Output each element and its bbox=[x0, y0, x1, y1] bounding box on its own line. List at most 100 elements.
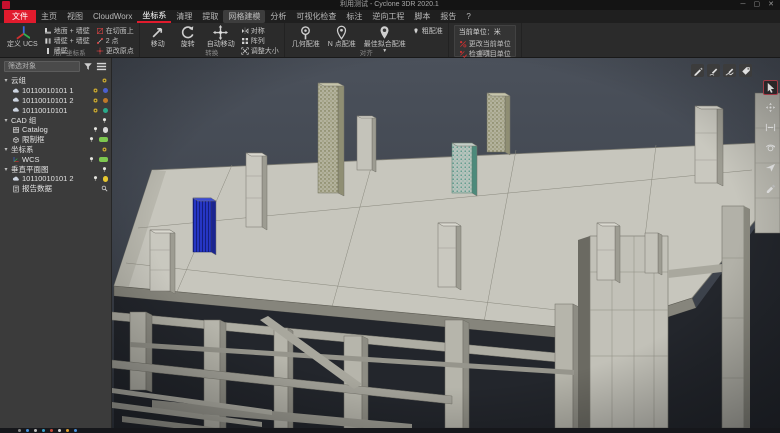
tree-item-catalog[interactable]: Catalog bbox=[0, 125, 111, 135]
taskbar-app-icon[interactable] bbox=[42, 429, 45, 432]
taskbar-app-icon[interactable] bbox=[34, 429, 37, 432]
two-points-icon bbox=[96, 37, 104, 45]
expander-icon[interactable]: ▾ bbox=[3, 77, 9, 84]
color-swatch[interactable] bbox=[103, 88, 109, 94]
eye-visibility-icon[interactable] bbox=[92, 107, 99, 114]
polyline-pen-button[interactable] bbox=[723, 64, 736, 77]
taskbar-app-icon[interactable] bbox=[58, 429, 61, 432]
bulb-icon bbox=[92, 175, 99, 182]
expander-icon[interactable]: ▾ bbox=[3, 166, 9, 173]
rotate-button[interactable]: 旋转 bbox=[175, 25, 201, 48]
freehand-pen-button[interactable] bbox=[707, 64, 720, 77]
brush-button[interactable] bbox=[763, 180, 778, 195]
tab-item[interactable]: ? bbox=[461, 10, 475, 23]
tree-item-cad-组[interactable]: ▾CAD 组 bbox=[0, 115, 111, 125]
bulb-visibility-icon[interactable] bbox=[88, 156, 95, 163]
cloud-icon bbox=[12, 87, 20, 95]
tab-标注[interactable]: 标注 bbox=[341, 10, 367, 23]
axis-triad-button[interactable]: 定义 UCS bbox=[5, 25, 40, 48]
tab-主页[interactable]: 主页 bbox=[36, 10, 62, 23]
geo-align-button[interactable]: 几何配准 bbox=[290, 25, 322, 48]
color-swatch[interactable] bbox=[103, 108, 109, 114]
mirror-icon bbox=[241, 27, 249, 35]
ribbon-group-对齐: 几何配准N 点配准最佳拟合配准 ▼粗配准对齐 bbox=[285, 23, 449, 57]
tab-清理[interactable]: 清理 bbox=[171, 10, 197, 23]
color-swatch[interactable] bbox=[103, 127, 109, 133]
translate-icon bbox=[150, 25, 165, 40]
tab-网格建模[interactable]: 网格建模 bbox=[223, 10, 265, 23]
tab-坐标系[interactable]: 坐标系 bbox=[137, 10, 171, 23]
npoint-align-button[interactable]: N 点配准 bbox=[326, 25, 358, 48]
eye-visibility-icon[interactable] bbox=[92, 97, 99, 104]
bulb-icon bbox=[101, 166, 108, 173]
filter-funnel-icon[interactable] bbox=[83, 62, 93, 72]
tree-item-报告数据[interactable]: 报告数据 bbox=[0, 184, 111, 194]
tab-报告[interactable]: 报告 bbox=[435, 10, 461, 23]
tree-item-label: 坐标系 bbox=[11, 144, 34, 155]
array-button[interactable]: 阵列 bbox=[241, 36, 279, 46]
tree-item-10110010101-2[interactable]: 10110010101 2 bbox=[0, 174, 111, 184]
floor-wall-icon bbox=[44, 27, 52, 35]
maximize-button[interactable]: ▢ bbox=[754, 0, 761, 10]
panel-menu-icon[interactable] bbox=[96, 61, 107, 72]
magnifier-visibility-icon[interactable] bbox=[101, 185, 108, 192]
tree-item-10110010101-1[interactable]: 10110010101 1 bbox=[0, 86, 111, 96]
close-button[interactable]: ✕ bbox=[768, 0, 774, 10]
tree-item-坐标系[interactable]: ▾坐标系 bbox=[0, 145, 111, 155]
measure-distance-button[interactable] bbox=[763, 120, 778, 135]
tree-item-垂直平面图[interactable]: ▾垂直平面图 bbox=[0, 164, 111, 174]
minimize-button[interactable]: ─ bbox=[741, 0, 746, 10]
current-unit-label: 当前单位：米 bbox=[459, 27, 511, 37]
color-swatch[interactable] bbox=[103, 98, 109, 104]
tab-file[interactable]: 文件 bbox=[4, 10, 36, 23]
two-points-button[interactable]: 2 点 bbox=[96, 36, 134, 46]
orbit-button[interactable] bbox=[763, 140, 778, 155]
tab-可视化检查[interactable]: 可视化检查 bbox=[291, 10, 341, 23]
taskbar-app-icon[interactable] bbox=[18, 429, 21, 432]
taskbar-app-icon[interactable] bbox=[74, 429, 77, 432]
eye-visibility-icon[interactable] bbox=[101, 77, 108, 84]
taskbar-app-icon[interactable] bbox=[50, 429, 53, 432]
translate-button[interactable]: 移动 bbox=[145, 25, 171, 48]
fly-navigate-button[interactable] bbox=[763, 160, 778, 175]
measure-pen-button[interactable] bbox=[691, 64, 704, 77]
cloud-icon bbox=[12, 175, 20, 183]
eye-visibility-icon[interactable] bbox=[101, 146, 108, 153]
auto-move-button[interactable]: 自动移动 bbox=[205, 25, 237, 48]
expander-icon[interactable]: ▾ bbox=[3, 117, 9, 124]
tab-逆向工程[interactable]: 逆向工程 bbox=[367, 10, 409, 23]
expander-icon[interactable]: ▾ bbox=[3, 146, 9, 153]
3d-viewport[interactable] bbox=[112, 58, 780, 428]
mirror-button[interactable]: 对称 bbox=[241, 26, 279, 36]
coarse-align-button[interactable]: 粗配准 bbox=[412, 26, 443, 36]
tab-视图[interactable]: 视图 bbox=[62, 10, 88, 23]
bulb-visibility-icon[interactable] bbox=[92, 175, 99, 182]
tree-item-10110010101-2[interactable]: 10110010101 2 bbox=[0, 96, 111, 106]
pan-move-button[interactable] bbox=[763, 100, 778, 115]
tab-提取[interactable]: 提取 bbox=[197, 10, 223, 23]
app-icon bbox=[2, 1, 10, 9]
bulb-visibility-icon[interactable] bbox=[92, 126, 99, 133]
color-swatch[interactable] bbox=[99, 137, 108, 142]
bulb-visibility-icon[interactable] bbox=[101, 117, 108, 124]
cloud-icon bbox=[12, 96, 20, 104]
tree-item-云组[interactable]: ▾云组 bbox=[0, 76, 111, 86]
filter-input[interactable] bbox=[4, 61, 80, 72]
color-swatch[interactable] bbox=[99, 157, 108, 162]
tab-cloudworx[interactable]: CloudWorx bbox=[88, 10, 137, 23]
taskbar-app-icon[interactable] bbox=[26, 429, 29, 432]
tab-分析[interactable]: 分析 bbox=[265, 10, 291, 23]
select-cursor-button[interactable] bbox=[763, 80, 778, 95]
tag-button[interactable] bbox=[739, 64, 752, 77]
slice-button[interactable]: 在切面上 bbox=[96, 26, 134, 36]
bulb-visibility-icon[interactable] bbox=[101, 166, 108, 173]
tree-item-label: WCS bbox=[22, 155, 40, 164]
tree-item-label: 10110010101 2 bbox=[22, 96, 74, 105]
taskbar-app-icon[interactable] bbox=[66, 429, 69, 432]
wall-wall-button[interactable]: 墙壁 + 墙壁 bbox=[44, 36, 90, 46]
tab-脚本[interactable]: 脚本 bbox=[409, 10, 435, 23]
eye-visibility-icon[interactable] bbox=[92, 87, 99, 94]
floor-wall-button[interactable]: 地面 + 墙壁 bbox=[44, 26, 90, 36]
bulb-visibility-icon[interactable] bbox=[88, 136, 95, 143]
color-swatch[interactable] bbox=[103, 176, 109, 182]
